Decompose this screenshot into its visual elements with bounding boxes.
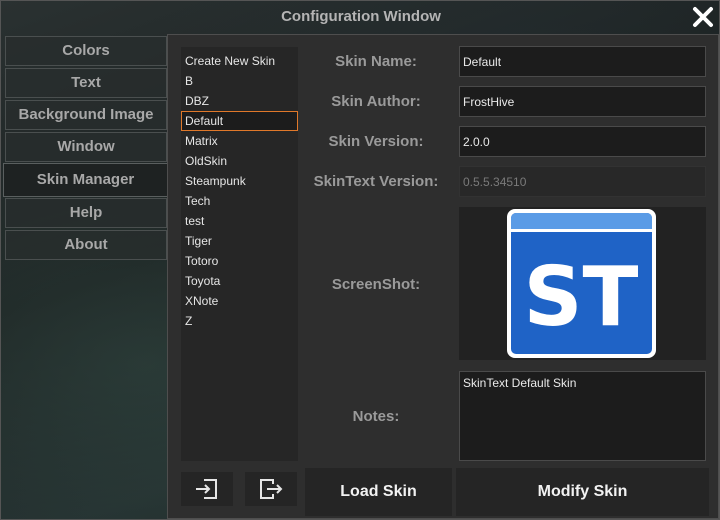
skin-list-item[interactable]: Create New Skin <box>181 51 298 71</box>
import-icon <box>196 479 217 499</box>
nav-item-about[interactable]: About <box>5 230 167 260</box>
notes-textarea[interactable]: SkinText Default Skin <box>459 371 706 461</box>
skin-list-item[interactable]: B <box>181 71 298 91</box>
export-skin-button[interactable] <box>245 472 297 506</box>
skin-author-label: Skin Author: <box>331 93 421 110</box>
skin-list-item[interactable]: Totoro <box>181 251 298 271</box>
skin-name-label: Skin Name: <box>335 53 417 70</box>
skin-list-item[interactable]: OldSkin <box>181 151 298 171</box>
skintext-logo: ST <box>507 209 656 358</box>
nav-item-help[interactable]: Help <box>5 198 167 228</box>
skin-list-item-selected[interactable]: Default <box>181 111 298 131</box>
configuration-window: Configuration Window Colors Text Backgro… <box>0 0 720 520</box>
skin-version-input[interactable] <box>459 126 706 157</box>
skin-name-input[interactable] <box>459 46 706 77</box>
skin-list-item[interactable]: Tiger <box>181 231 298 251</box>
window-title: Configuration Window <box>281 8 441 25</box>
nav-item-text[interactable]: Text <box>5 68 167 98</box>
notes-label: Notes: <box>352 408 400 425</box>
skin-author-input[interactable] <box>459 86 706 117</box>
skin-list-item[interactable]: Tech <box>181 191 298 211</box>
nav-item-background-image[interactable]: Background Image <box>5 100 167 130</box>
skin-list[interactable]: Create New Skin B DBZ Default Matrix Old… <box>181 47 298 461</box>
screenshot-label: ScreenShot: <box>331 276 421 293</box>
skin-list-item[interactable]: test <box>181 211 298 231</box>
nav-item-colors[interactable]: Colors <box>5 36 167 66</box>
import-skin-button[interactable] <box>181 472 233 506</box>
skintext-version-field <box>459 166 706 197</box>
skin-list-item[interactable]: DBZ <box>181 91 298 111</box>
close-button[interactable] <box>689 3 717 31</box>
modify-skin-button[interactable]: Modify Skin <box>456 468 709 516</box>
close-icon <box>693 7 713 27</box>
skin-list-item[interactable]: Matrix <box>181 131 298 151</box>
skin-list-item[interactable]: XNote <box>181 291 298 311</box>
logo-text: ST <box>524 250 639 345</box>
nav-item-window[interactable]: Window <box>5 132 167 162</box>
skin-manager-panel: Create New Skin B DBZ Default Matrix Old… <box>167 34 719 519</box>
title-bar[interactable]: Configuration Window <box>1 1 720 33</box>
skin-list-item[interactable]: Toyota <box>181 271 298 291</box>
load-skin-button[interactable]: Load Skin <box>305 468 452 516</box>
skintext-version-label: SkinText Version: <box>313 173 439 190</box>
export-icon <box>260 479 283 499</box>
skin-version-label: Skin Version: <box>328 133 424 150</box>
nav-item-skin-manager[interactable]: Skin Manager <box>3 163 167 197</box>
settings-nav: Colors Text Background Image Window Skin… <box>3 36 167 262</box>
skin-list-item[interactable]: Z <box>181 311 298 331</box>
skin-list-item[interactable]: Steampunk <box>181 171 298 191</box>
screenshot-preview: ST <box>459 207 706 360</box>
